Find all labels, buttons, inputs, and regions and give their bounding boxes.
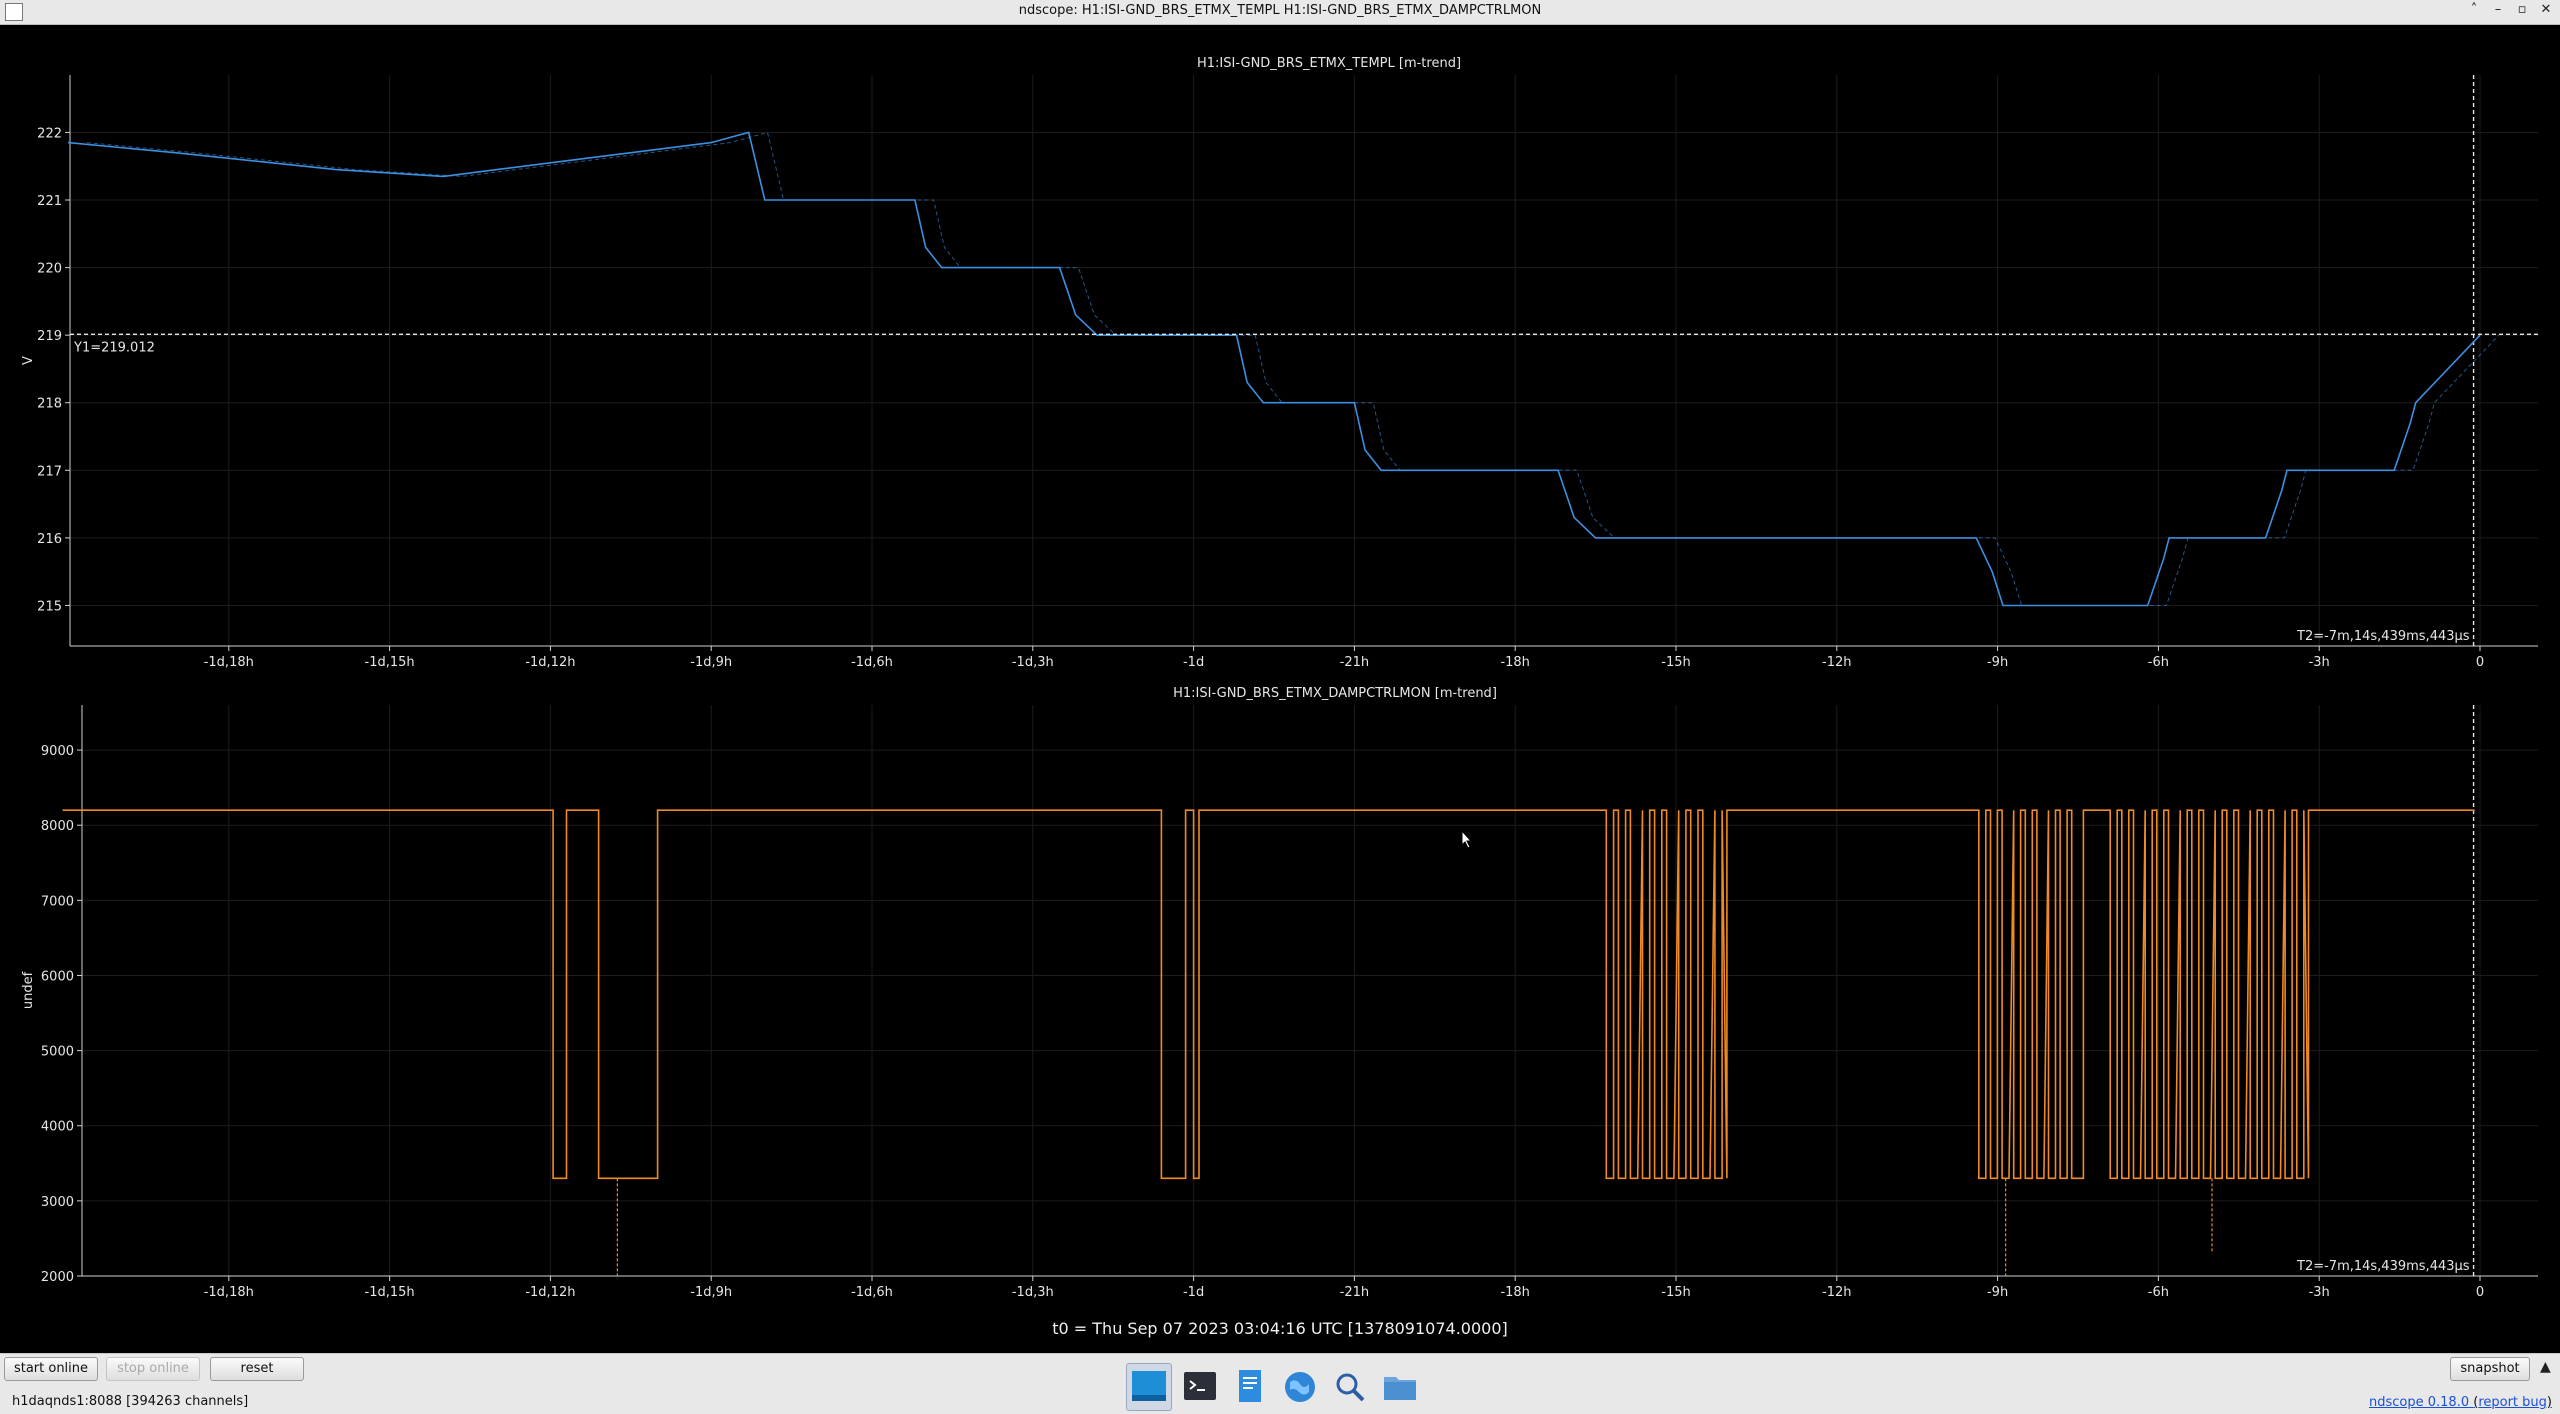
x-tick-label: -1d,15h [365,655,415,670]
collapse-arrow-icon[interactable]: ▲ [2540,1360,2554,1374]
x-tick-label: 0 [2476,655,2484,670]
x-tick-label: -6h [2148,1285,2169,1300]
x-tick-label: -15h [1661,1285,1690,1300]
stop-online-button[interactable]: stop online [106,1357,200,1381]
x-tick-label: -18h [1500,1285,1529,1300]
y-tick-label: 215 [37,599,62,614]
search-icon[interactable] [1328,1364,1372,1410]
snapshot-button[interactable]: snapshot [2450,1357,2530,1381]
chevron-up-icon[interactable]: ˄ [2466,2,2482,17]
series-envelope-line [86,131,2500,606]
x-tick-label: -1d,12h [525,1285,575,1300]
minimize-icon[interactable]: – [2490,2,2506,17]
y-tick-label: 216 [37,532,62,547]
reset-button[interactable]: reset [210,1357,304,1381]
bottom-bar: start online stop online reset h1daqnds1… [0,1353,2560,1414]
y-tick-label: 5000 [41,1045,74,1060]
t2-label: T2=-7m,14s,439ms,443μs [2296,1259,2470,1274]
plot-title: H1:ISI-GND_BRS_ETMX_DAMPCTRLMON [m-trend… [1173,686,1497,701]
x-tick-label: -3h [2309,655,2330,670]
version-label[interactable]: ndscope 0.18.0 [2369,1395,2469,1410]
title-bar: ndscope: H1:ISI-GND_BRS_ETMX_TEMPL H1:IS… [0,0,2560,25]
version-link[interactable]: ndscope 0.18.0 (report bug) [2369,1395,2552,1410]
x-tick-label: -1d,6h [851,655,893,670]
x-tick-label: -12h [1822,1285,1851,1300]
maximize-icon[interactable]: ▫ [2514,2,2530,17]
x-tick-label: -9h [1987,1285,2008,1300]
plot-area[interactable]: H1:ISI-GND_BRS_ETMX_TEMPL [m-trend] 222 22… [0,25,2560,1353]
x-tick-label: -1d,3h [1012,1285,1054,1300]
y-tick-label: 217 [37,464,62,479]
x-tick-label: -1d,15h [365,1285,415,1300]
y-tick-label: 221 [37,194,62,209]
x-tick-label: -21h [1340,655,1369,670]
y-tick-label: 9000 [41,744,74,759]
y-tick-label: 2000 [41,1270,74,1285]
x-tick-label: -1d,18h [204,1285,254,1300]
report-bug-link[interactable]: report bug [2478,1395,2547,1410]
y-tick-label: 219 [37,329,62,344]
desktop-icon[interactable] [1126,1363,1172,1411]
y-tick-label: 8000 [41,819,74,834]
series-line-templ [67,131,2481,607]
t0-label: t0 = Thu Sep 07 2023 03:04:16 UTC [13780… [1052,1319,1508,1338]
y-axis-label: undef [21,971,36,1009]
x-tick-label: -15h [1661,655,1690,670]
text-editor-icon[interactable] [1228,1364,1272,1410]
x-tick-label: -1d [1183,1285,1204,1300]
x-tick-label: -6h [2148,655,2169,670]
plot-title: H1:ISI-GND_BRS_ETMX_TEMPL [m-trend] [1197,56,1461,71]
x-tick-label: -1d,9h [690,655,732,670]
files-icon[interactable] [1378,1364,1422,1410]
x-tick-label: -12h [1822,655,1851,670]
window-title: ndscope: H1:ISI-GND_BRS_ETMX_TEMPL H1:IS… [1018,3,1542,18]
x-tick-label: -18h [1500,655,1529,670]
y-tick-label: 4000 [41,1120,74,1135]
x-tick-label: 0 [2476,1285,2484,1300]
t2-label: T2=-7m,14s,439ms,443μs [2296,629,2470,644]
y-tick-label: 7000 [41,894,74,909]
y-tick-label: 6000 [41,969,74,984]
close-icon[interactable]: ✕ [2538,2,2554,17]
x-tick-label: -1d,18h [204,655,254,670]
x-tick-label: -1d,12h [525,655,575,670]
x-tick-label: -9h [1987,655,2008,670]
terminal-icon[interactable] [1178,1364,1222,1410]
plots-svg[interactable]: H1:ISI-GND_BRS_ETMX_TEMPL [m-trend] 222 22… [0,25,2560,1353]
y-axis-label: V [21,356,36,365]
series-line-dampctrlmon [62,809,2475,1180]
start-online-button[interactable]: start online [4,1357,98,1381]
y-tick-label: 3000 [41,1195,74,1210]
taskbar [1126,1361,1422,1413]
x-tick-label: -1d,6h [851,1285,893,1300]
browser-icon[interactable] [1278,1364,1322,1410]
y1-cursor-label: Y1=219.012 [73,340,155,355]
x-tick-label: -1d,9h [690,1285,732,1300]
y-tick-label: 220 [37,262,62,277]
x-tick-label: -1d,3h [1012,655,1054,670]
y-tick-label: 218 [37,397,62,412]
y-tick-label: 222 [37,126,62,141]
server-status: h1daqnds1:8088 [394263 channels] [12,1394,249,1409]
x-tick-label: -21h [1340,1285,1369,1300]
x-tick-label: -3h [2309,1285,2330,1300]
x-tick-label: -1d [1183,655,1204,670]
